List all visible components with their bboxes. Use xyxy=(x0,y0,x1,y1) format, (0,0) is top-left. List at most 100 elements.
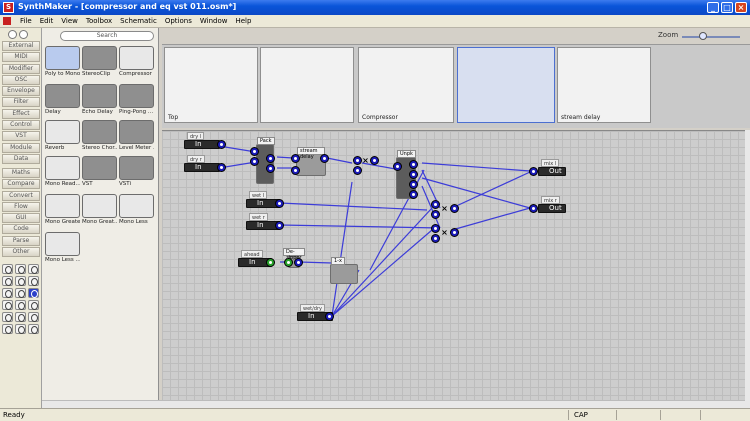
module-stereo-chorus[interactable]: Stereo Chor... xyxy=(82,120,117,152)
output-pin[interactable] xyxy=(275,221,284,230)
type-filter-icon[interactable] xyxy=(28,276,39,286)
menu-file[interactable]: File xyxy=(16,16,36,27)
output-pin[interactable] xyxy=(450,228,459,237)
output-pin[interactable] xyxy=(325,312,334,321)
category-flow[interactable]: Flow xyxy=(2,201,40,212)
output-pin[interactable] xyxy=(217,163,226,172)
output-pin[interactable] xyxy=(217,140,226,149)
category-code[interactable]: Code xyxy=(2,224,40,235)
module-reverb[interactable]: Reverb xyxy=(45,120,80,152)
vertical-scrollbar[interactable] xyxy=(745,130,750,408)
module-vsti[interactable]: VSTi xyxy=(119,156,154,188)
type-filter-icon[interactable] xyxy=(2,312,13,322)
module-delay[interactable]: Delay xyxy=(45,84,80,116)
menu-help[interactable]: Help xyxy=(231,16,255,27)
document-icon[interactable] xyxy=(3,17,11,25)
module-poly-to-mono[interactable]: Poly to Mono xyxy=(45,46,80,78)
module-stereoclip[interactable]: StereoClip xyxy=(82,46,117,78)
module-vst[interactable]: VST xyxy=(82,156,117,188)
input-pin[interactable] xyxy=(250,157,259,166)
zoom-slider-track[interactable] xyxy=(682,36,740,38)
category-parse[interactable]: Parse xyxy=(2,235,40,246)
type-filter-icon[interactable] xyxy=(15,324,26,334)
horizontal-scrollbar[interactable] xyxy=(42,400,745,408)
input-pin[interactable] xyxy=(250,147,259,156)
menu-edit[interactable]: Edit xyxy=(36,16,58,27)
module-mono-less-eq[interactable]: Mono Less ... xyxy=(45,232,80,264)
category-osc[interactable]: OSC xyxy=(2,74,40,85)
output-pin[interactable] xyxy=(266,258,275,267)
module-mono-less[interactable]: Mono Less xyxy=(119,194,154,226)
category-maths[interactable]: Maths xyxy=(2,167,40,178)
output-pin[interactable] xyxy=(320,154,329,163)
input-pin[interactable] xyxy=(529,204,538,213)
type-filter-icon[interactable] xyxy=(28,324,39,334)
zoom-slider-handle[interactable] xyxy=(699,32,707,40)
input-pin[interactable] xyxy=(353,166,362,175)
category-midi[interactable]: MIDI xyxy=(2,52,40,63)
output-pin[interactable] xyxy=(409,190,418,199)
output-pin[interactable] xyxy=(294,258,303,267)
input-dry-l[interactable]: dry l In xyxy=(184,132,220,149)
input-pin[interactable] xyxy=(529,167,538,176)
input-pin[interactable] xyxy=(431,210,440,219)
navigator-compressor[interactable]: Compressor xyxy=(358,47,454,123)
input-pin[interactable] xyxy=(291,166,300,175)
multiply-node[interactable]: × xyxy=(440,204,449,213)
type-filter-icon[interactable] xyxy=(28,300,39,310)
type-filter-icon[interactable] xyxy=(28,288,39,298)
output-pin[interactable] xyxy=(370,156,379,165)
input-pin[interactable] xyxy=(431,200,440,209)
category-envelope[interactable]: Envelope xyxy=(2,86,40,97)
output-mix-l[interactable]: mix l Out xyxy=(538,159,566,176)
module-mono-greater-eq[interactable]: Mono Great... xyxy=(82,194,117,226)
input-pin[interactable] xyxy=(284,258,293,267)
menu-options[interactable]: Options xyxy=(161,16,196,27)
search-input[interactable]: Search xyxy=(60,31,154,41)
category-convert[interactable]: Convert xyxy=(2,190,40,201)
minimize-button[interactable]: _ xyxy=(707,2,719,13)
menu-schematic[interactable]: Schematic xyxy=(116,16,161,27)
category-data[interactable]: Data xyxy=(2,153,40,164)
category-control[interactable]: Control xyxy=(2,120,40,131)
navigator-level-2[interactable] xyxy=(260,47,354,123)
input-pin[interactable] xyxy=(393,162,402,171)
input-pin[interactable] xyxy=(431,234,440,243)
type-filter-icon[interactable] xyxy=(2,288,13,298)
type-filter-icon[interactable] xyxy=(15,276,26,286)
category-vst[interactable]: VST xyxy=(2,131,40,142)
output-pin[interactable] xyxy=(266,164,275,173)
multiply-node[interactable]: × xyxy=(440,228,449,237)
type-filter-icon[interactable] xyxy=(15,288,26,298)
type-filter-icon[interactable] xyxy=(2,324,13,334)
menu-toolbox[interactable]: Toolbox xyxy=(82,16,116,27)
module-compressor[interactable]: Compressor ... xyxy=(119,46,154,78)
category-filter[interactable]: Filter xyxy=(2,97,40,108)
category-effect[interactable]: Effect xyxy=(2,108,40,119)
category-gui[interactable]: GUI xyxy=(2,213,40,224)
category-other[interactable]: Other xyxy=(2,247,40,258)
menu-view[interactable]: View xyxy=(57,16,82,27)
one-minus-block[interactable]: 1-x xyxy=(330,257,358,284)
input-pin[interactable] xyxy=(431,224,440,233)
module-ping-pong[interactable]: Ping-Pong ... xyxy=(119,84,154,116)
module-mono-read[interactable]: Mono Read... xyxy=(45,156,80,188)
module-echo-delay[interactable]: Echo Delay xyxy=(82,84,117,116)
output-pin[interactable] xyxy=(275,199,284,208)
module-mono-greater[interactable]: Mono Greater xyxy=(45,194,80,226)
type-filter-icon[interactable] xyxy=(2,276,13,286)
type-filter-icon[interactable] xyxy=(28,312,39,322)
close-button[interactable]: × xyxy=(735,2,747,13)
navigator-stream-delay[interactable]: stream delay xyxy=(557,47,651,123)
category-modifier[interactable]: Modifier xyxy=(2,63,40,74)
multiply-node[interactable]: × xyxy=(361,156,370,165)
output-pin[interactable] xyxy=(409,180,418,189)
toggle-icon[interactable] xyxy=(8,30,17,39)
category-module[interactable]: Module xyxy=(2,142,40,153)
output-pin[interactable] xyxy=(409,170,418,179)
navigator-level-4[interactable] xyxy=(457,47,555,123)
type-filter-icon[interactable] xyxy=(15,300,26,310)
menu-window[interactable]: Window xyxy=(196,16,232,27)
type-filter-icon[interactable] xyxy=(2,264,13,274)
module-level-meter[interactable]: Level Meter ... xyxy=(119,120,154,152)
